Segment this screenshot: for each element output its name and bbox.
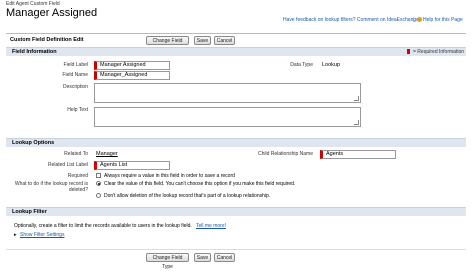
description-textarea[interactable] [94, 83, 361, 103]
save-button-bottom[interactable]: Save [194, 253, 211, 262]
expand-arrow-icon[interactable]: ▸ [14, 232, 17, 238]
clear-value-text: Clear the value of this field. You can't… [104, 181, 296, 187]
tell-me-more-link[interactable]: Tell me more! [196, 223, 226, 229]
resize-grip[interactable] [354, 96, 359, 101]
related-list-label-input[interactable]: Agents List [94, 161, 170, 170]
cancel-button-bottom[interactable]: Cancel [214, 253, 235, 262]
save-button[interactable]: Save [194, 36, 211, 45]
field-information-header: Field Information [6, 47, 466, 56]
field-name-input[interactable]: Manager_Assigned [94, 71, 170, 80]
help-text-label: Help Text [67, 107, 88, 113]
clear-value-radio[interactable] [96, 181, 101, 186]
related-to-value: Manager [96, 151, 118, 157]
cancel-button[interactable]: Cancel [214, 36, 235, 45]
description-label: Description [62, 84, 88, 90]
data-type-value: Lookup [322, 62, 341, 68]
resize-grip[interactable] [354, 120, 359, 125]
required-marker [407, 49, 410, 54]
field-name-label: Field Name [62, 72, 88, 78]
change-field-type-button-bottom[interactable]: Change Field Type [146, 253, 189, 270]
child-relationship-input[interactable]: Agents [320, 150, 396, 159]
prevent-deletion-text: Don't allow deletion of the lookup recor… [104, 193, 271, 199]
delete-behavior-label: What to do if the lookup record is delet… [14, 181, 88, 193]
required-option-text: Always require a value in this field in … [104, 173, 235, 179]
change-field-type-button[interactable]: Change Field Type [146, 36, 189, 53]
field-label-label: Field Label [63, 62, 88, 68]
related-list-label-label: Related List Label [47, 162, 88, 168]
help-icon [417, 17, 422, 22]
required-label: Required [67, 173, 88, 179]
prevent-deletion-radio[interactable] [96, 193, 101, 198]
panel-border [6, 33, 466, 34]
show-filter-settings-link[interactable]: Show Filter Settings [20, 232, 64, 238]
data-type-label: Data Type [290, 62, 313, 68]
required-note: = Required Information [413, 49, 465, 55]
field-label-input[interactable]: Manager Assigned [94, 61, 170, 70]
page-title: Manager Assigned [6, 7, 98, 19]
panel-title: Custom Field Definition Edit [10, 37, 84, 43]
feedback-link[interactable]: Have feedback on lookup filters? Comment… [283, 17, 419, 23]
related-to-label: Related To [64, 151, 88, 157]
link-separator: | [413, 17, 415, 23]
help-link[interactable]: Help for this Page [423, 17, 463, 23]
help-text-textarea[interactable] [94, 107, 361, 127]
lookup-filter-description: Optionally, create a filter to limit the… [14, 223, 192, 229]
lookup-options-header: Lookup Options [6, 138, 466, 147]
required-checkbox[interactable] [96, 173, 101, 178]
divider [6, 249, 466, 250]
child-relationship-label: Child Relationship Name [257, 151, 313, 157]
lookup-filter-header: Lookup Filter [6, 207, 466, 216]
